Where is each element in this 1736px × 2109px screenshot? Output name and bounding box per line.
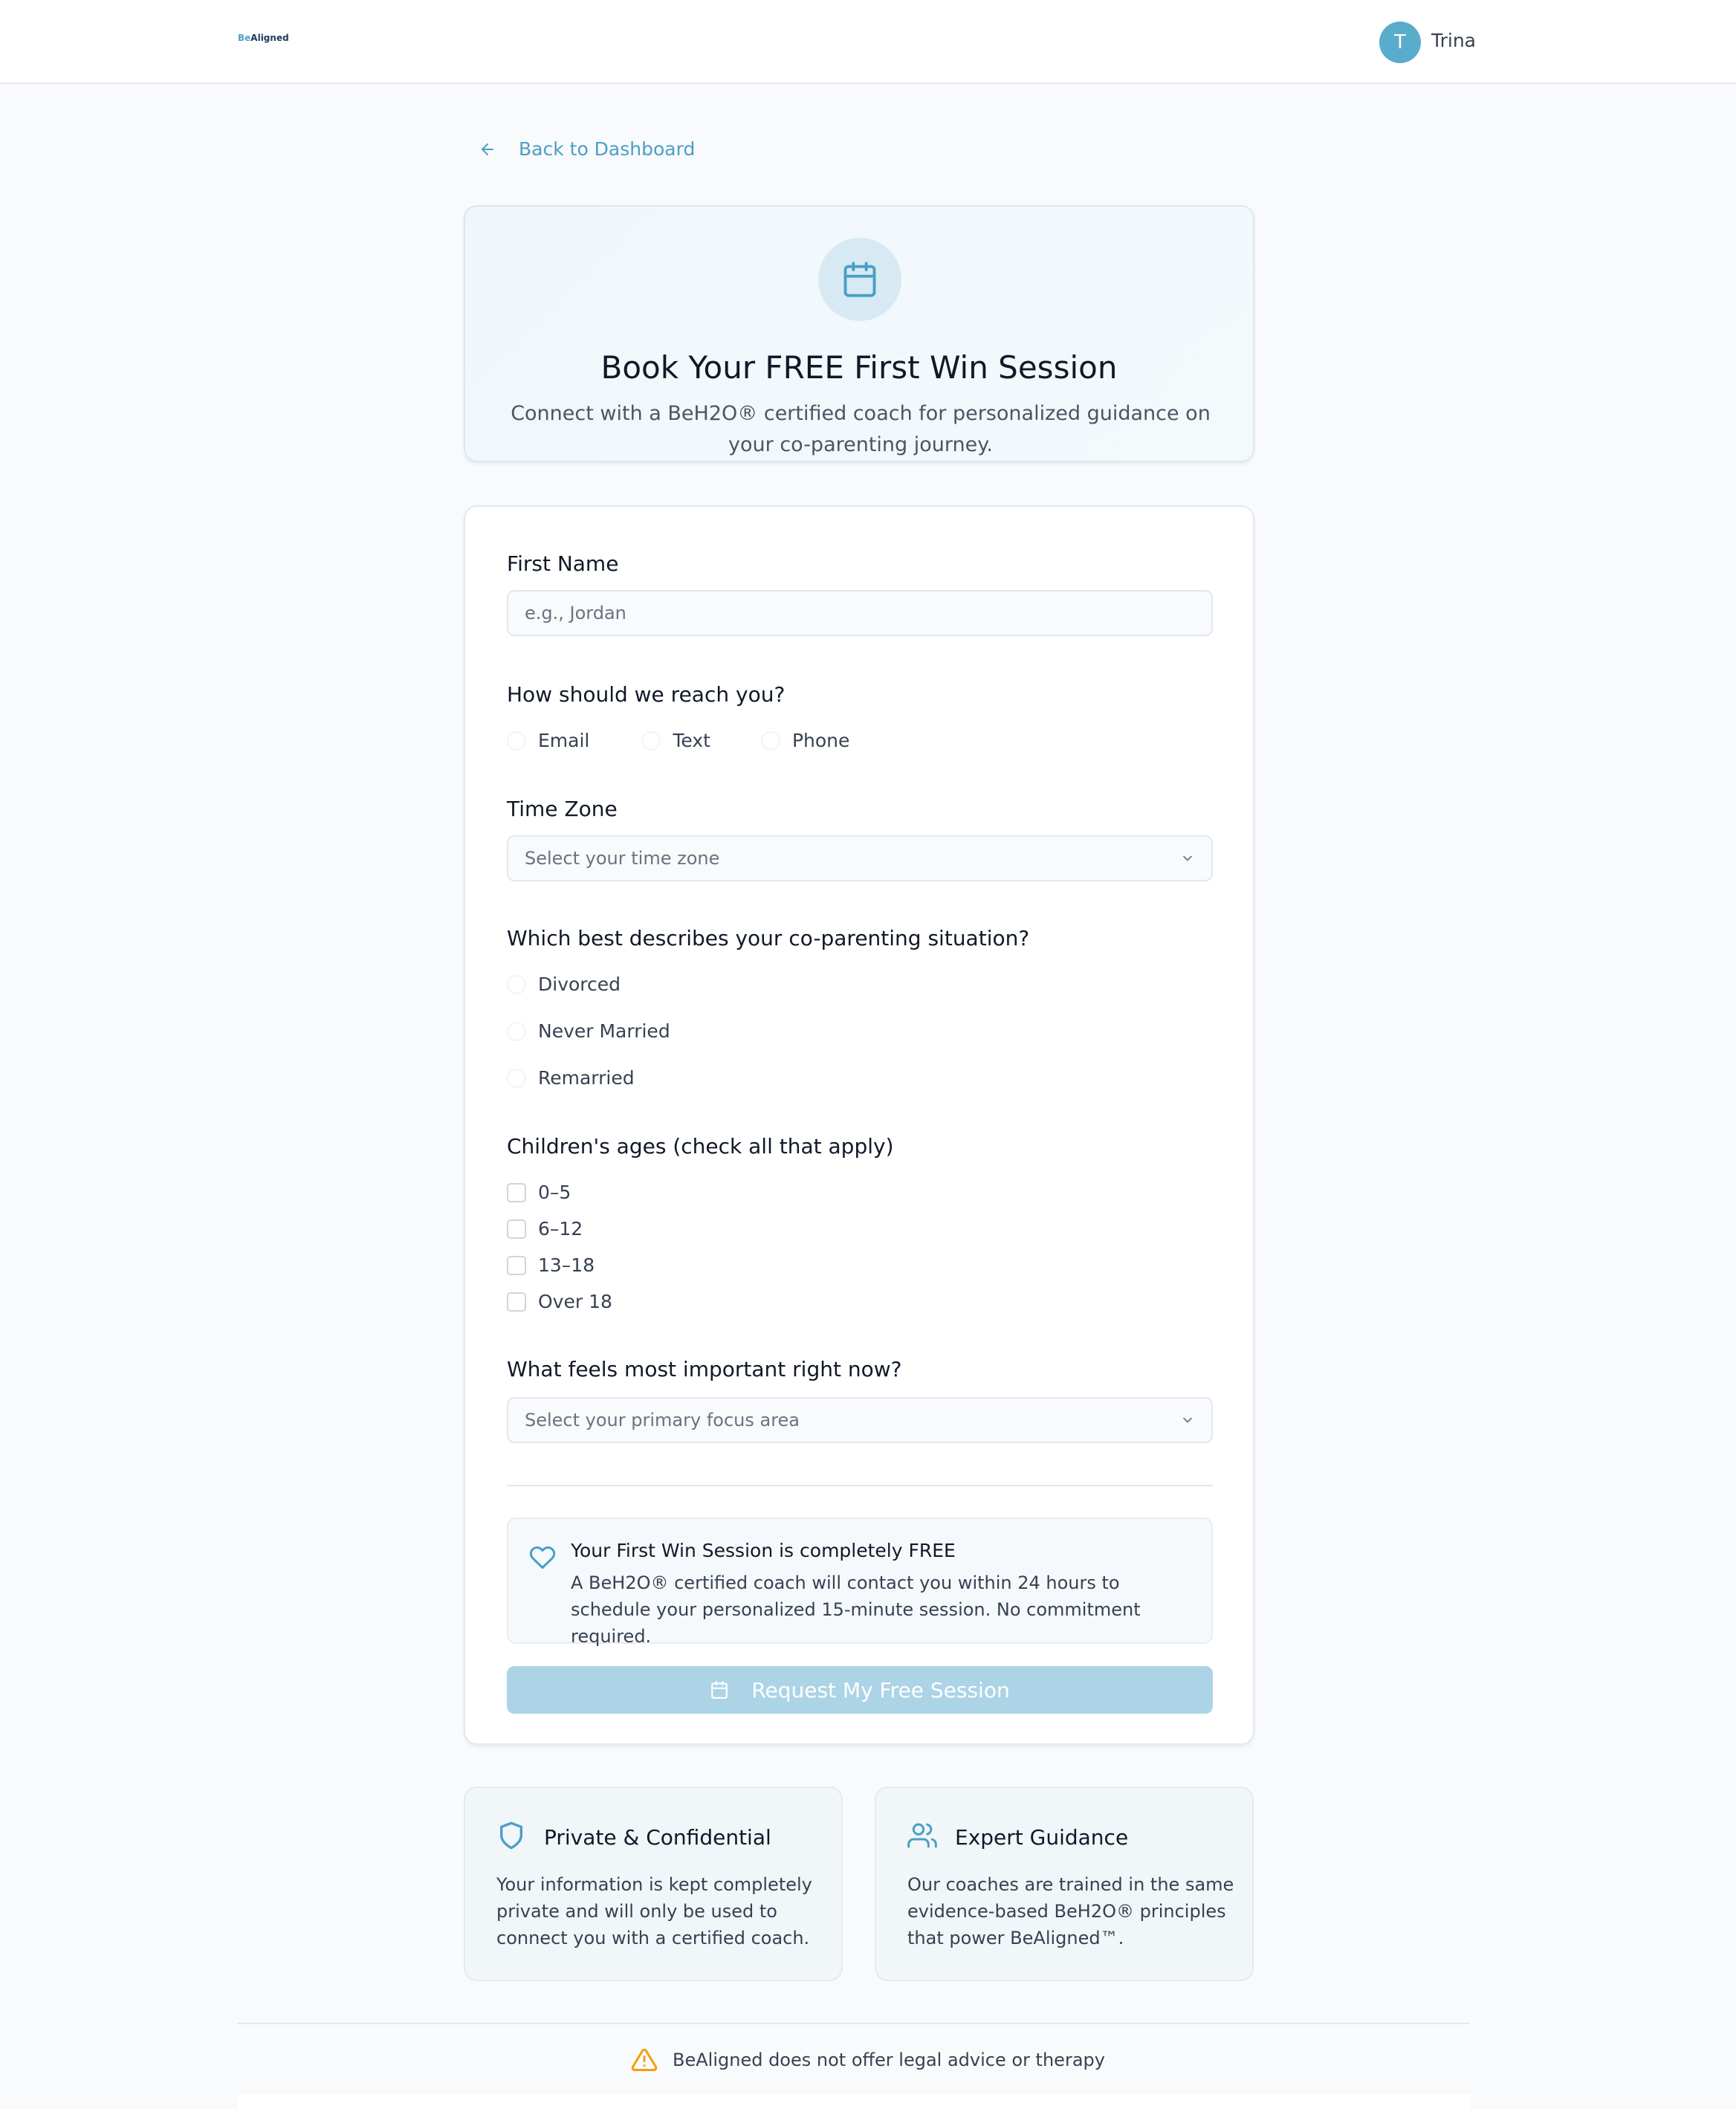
radio-remarried-label[interactable]: Remarried (538, 1067, 635, 1089)
checkbox-age-0-5-label[interactable]: 0–5 (538, 1182, 571, 1203)
feature-title: Expert Guidance (955, 1825, 1129, 1850)
age-option: 6–12 (507, 1218, 583, 1240)
checkbox-age-13-18-label[interactable]: 13–18 (538, 1254, 595, 1276)
request-session-label: Request My Free Session (751, 1677, 1010, 1703)
info-title: Your First Win Session is completely FRE… (571, 1540, 956, 1561)
contact-method-group: Email Text Phone (507, 730, 849, 751)
checkbox-age-13-18[interactable] (507, 1255, 526, 1275)
age-option: Over 18 (507, 1291, 612, 1312)
feature-title: Private & Confidential (544, 1825, 771, 1850)
first-name-input[interactable] (525, 603, 1195, 623)
radio-never-married-label[interactable]: Never Married (538, 1020, 670, 1042)
checkbox-age-over-18[interactable] (507, 1292, 526, 1312)
feature-body: Your information is kept completely priv… (496, 1874, 812, 1948)
radio-text[interactable] (641, 730, 661, 751)
feature-card-private: Private & Confidential Your information … (464, 1786, 843, 1981)
username-label[interactable]: Trina (1431, 30, 1476, 51)
first-name-field-wrapper (507, 590, 1213, 636)
back-to-dashboard-link[interactable]: Back to Dashboard (479, 138, 695, 160)
arrow-left-icon (482, 143, 493, 155)
checkbox-age-6-12[interactable] (507, 1219, 526, 1239)
first-name-label: First Name (507, 551, 619, 576)
children-ages-label: Children's ages (check all that apply) (507, 1134, 894, 1159)
disclaimer-text: BeAligned does not offer legal advice or… (673, 2050, 1105, 2070)
age-option: 13–18 (507, 1254, 595, 1276)
footer-strip (238, 2094, 1470, 2109)
time-zone-select[interactable]: Select your time zone (507, 835, 1213, 881)
booking-form: First Name How should we reach you? Emai… (464, 505, 1254, 1745)
age-option: 0–5 (507, 1182, 571, 1203)
chevron-down-icon (1183, 1417, 1192, 1423)
radio-divorced[interactable] (507, 974, 526, 994)
radio-email[interactable] (507, 730, 526, 751)
info-body: A BeH2O® certified coach will contact yo… (571, 1572, 1141, 1647)
checkbox-age-6-12-label[interactable]: 6–12 (538, 1218, 583, 1240)
heart-icon (529, 1546, 556, 1569)
radio-remarried[interactable] (507, 1068, 526, 1088)
page-subtitle: Connect with a BeH2O® certified coach fo… (511, 402, 1211, 456)
chevron-down-icon (1183, 855, 1192, 861)
situation-option: Remarried (507, 1067, 635, 1089)
radio-text-label[interactable]: Text (673, 730, 710, 751)
request-session-button[interactable]: Request My Free Session (507, 1666, 1213, 1714)
page-title: Book Your FREE First Win Session (600, 349, 1118, 386)
checkbox-age-over-18-label[interactable]: Over 18 (538, 1291, 612, 1312)
radio-email-label[interactable]: Email (538, 730, 589, 751)
calendar-icon (818, 238, 901, 321)
checkbox-age-0-5[interactable] (507, 1182, 526, 1202)
situation-option: Divorced (507, 973, 621, 995)
calendar-icon (711, 1681, 728, 1699)
top-navigation-bar: BeAligned T Trina (0, 0, 1736, 84)
footer-divider (238, 2023, 1470, 2024)
feature-body: Our coaches are trained in the same evid… (907, 1874, 1234, 1948)
form-divider (507, 1485, 1213, 1486)
focus-area-label: What feels most important right now? (507, 1357, 902, 1381)
footer-disclaimer: BeAligned does not offer legal advice or… (0, 2047, 1736, 2073)
focus-area-select[interactable]: Select your primary focus area (507, 1397, 1213, 1443)
radio-divorced-label[interactable]: Divorced (538, 973, 621, 995)
shield-icon (500, 1821, 522, 1850)
time-zone-label: Time Zone (507, 797, 618, 821)
focus-area-placeholder: Select your primary focus area (525, 1410, 800, 1431)
users-icon (907, 1823, 937, 1848)
back-link-label: Back to Dashboard (519, 138, 696, 160)
feature-card-expert: Expert Guidance Our coaches are trained … (875, 1786, 1254, 1981)
warning-icon (631, 2048, 658, 2071)
situation-label: Which best describes your co-parenting s… (507, 926, 1030, 950)
user-avatar[interactable]: T (1379, 22, 1421, 63)
radio-phone[interactable] (760, 730, 780, 751)
hero-card: Book Your FREE First Win Session Connect… (464, 205, 1254, 462)
radio-never-married[interactable] (507, 1021, 526, 1041)
bealigned-logo[interactable]: BeAligned (238, 33, 289, 43)
situation-option: Never Married (507, 1020, 670, 1042)
free-session-info: Your First Win Session is completely FRE… (507, 1517, 1213, 1647)
radio-phone-label[interactable]: Phone (792, 730, 849, 751)
time-zone-placeholder: Select your time zone (525, 848, 720, 869)
contact-method-label: How should we reach you? (507, 682, 786, 707)
